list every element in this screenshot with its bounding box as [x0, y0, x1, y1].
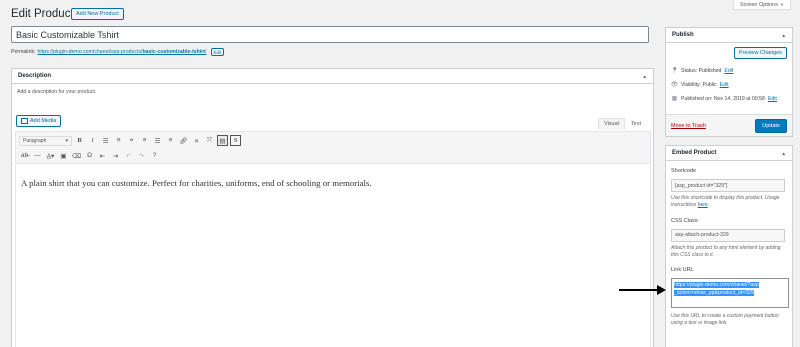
css-class-label: CSS Class [671, 217, 698, 224]
status-row: 📍︎ Status: Published Edit [670, 67, 734, 75]
pointer-arrow-icon [619, 285, 666, 295]
description-box-header[interactable]: Description ▲ [12, 69, 653, 84]
toolbar-toggle-icon[interactable]: ▤ [217, 135, 228, 146]
publish-box: Publish ▲ Preview Changes 📍︎ Status: Pub… [665, 27, 793, 137]
product-title-input[interactable]: Basic Customizable Tshirt [11, 26, 649, 43]
embed-box-body: Shortcode [asp_product id="329"] Use thi… [666, 161, 792, 332]
horizontal-line-icon[interactable]: — [32, 150, 43, 161]
collapse-toggle-icon[interactable]: ▲ [782, 151, 786, 156]
shortcode-field[interactable]: [asp_product id="329"] [671, 179, 785, 192]
add-media-label: Add Media [30, 118, 57, 124]
shortcode-help-text: Use this shortcode to display this produ… [671, 195, 780, 209]
toolbar-row-1: Paragraph ▾ B I ☰ ≡ ❝ ≡ ☰ ≡ 🔗︎ ⨯ ⤧ ▤ S [19, 134, 241, 147]
numbered-list-icon[interactable]: ≡ [113, 135, 124, 146]
chevron-down-icon: ▾ [65, 137, 68, 144]
tab-text[interactable]: Text [625, 118, 647, 130]
caret-down-icon: ▼ [779, 2, 784, 7]
description-box: Description ▲ Add a description for your… [11, 68, 654, 347]
embed-product-box: Embed Product ▲ Shortcode [asp_product i… [665, 145, 793, 347]
published-edit-link[interactable]: Edit [768, 96, 777, 102]
editor-content-area[interactable]: A plain shirt that you can customize. Pe… [15, 165, 651, 347]
paste-text-icon[interactable]: ▣ [58, 150, 69, 161]
indent-icon[interactable]: ⇥ [110, 150, 121, 161]
italic-icon[interactable]: I [87, 135, 98, 146]
css-class-field[interactable]: asp-attach-product-329 [671, 228, 785, 242]
add-media-button[interactable]: Add Media [16, 115, 62, 127]
status-label: Status: Published [681, 67, 722, 74]
format-select-value: Paragraph [23, 137, 47, 144]
update-button[interactable]: Update [755, 118, 787, 133]
toolbar-row-2: ab̶ — A̲▾ ▣ ⌫ Ω ⇤ ⇥ ↶ ↷ ? [19, 149, 160, 162]
link-url-label: Link URL [671, 267, 694, 273]
permalink-link[interactable]: https://plugin-demo.com/chanel/asp-produ… [38, 49, 207, 55]
strikethrough-icon[interactable]: ab̶ [19, 150, 30, 161]
screen-options-button[interactable]: Screen Options ▼ [733, 0, 791, 10]
permalink-base: https://plugin-demo.com/chanel/asp-produ… [37, 49, 143, 55]
collapse-toggle-icon[interactable]: ▲ [782, 33, 786, 38]
status-edit-link[interactable]: Edit [724, 68, 733, 74]
description-box-title: Description [18, 73, 52, 79]
help-icon[interactable]: ? [149, 150, 160, 161]
fullscreen-icon[interactable]: ⤧ [204, 135, 215, 146]
visibility-label: Visibility: Public [681, 81, 717, 88]
permalink-label: Permalink: [11, 49, 36, 55]
link-url-help: Use this URL to create a custom payment … [671, 313, 779, 327]
visibility-edit-link[interactable]: Edit [720, 82, 729, 88]
publish-box-header[interactable]: Publish ▲ [666, 28, 792, 43]
clear-formatting-icon[interactable]: ⌫ [71, 150, 82, 161]
bullet-list-icon[interactable]: ☰ [100, 135, 111, 146]
unlink-icon[interactable]: ⨯ [191, 135, 202, 146]
format-select[interactable]: Paragraph ▾ [19, 135, 72, 146]
collapse-toggle-icon[interactable]: ▲ [643, 74, 647, 79]
screen-options-label: Screen Options [740, 1, 778, 8]
shortcode-help: Use this shortcode to display this produ… [671, 195, 780, 209]
redo-icon[interactable]: ↷ [136, 150, 147, 161]
permalink-trail: / [205, 49, 207, 55]
align-center-icon[interactable]: ☰ [152, 135, 163, 146]
publish-box-footer: Move to Trash Update [666, 114, 792, 136]
publish-box-title: Publish [672, 32, 694, 38]
eye-icon: 👁︎ [670, 82, 679, 88]
page-title: Edit Product [11, 8, 74, 20]
add-new-product-button[interactable]: Add New Product [71, 8, 124, 20]
permalink-edit-button[interactable]: Edit [210, 48, 225, 56]
visibility-row: 👁︎ Visibility: Public Edit [670, 81, 729, 89]
published-row: ▦ Published on: Nov 14, 2019 at 00:58 Ed… [671, 95, 777, 103]
link-url-field[interactable]: https://plugin-demo.com/chanel/?asp _act… [671, 278, 789, 308]
link-icon[interactable]: 🔗︎ [178, 135, 189, 146]
undo-icon[interactable]: ↶ [123, 150, 134, 161]
preview-changes-button[interactable]: Preview Changes [733, 47, 787, 59]
special-character-icon[interactable]: Ω [84, 150, 95, 161]
usage-instructions-link[interactable]: here [698, 202, 708, 208]
permalink-slug: basic-customizable-tshirt [142, 49, 206, 55]
link-url-line-1: https://plugin-demo.com/chanel/?asp [674, 282, 759, 288]
editor-tabs: Visual Text [598, 118, 647, 130]
link-url-line-2: _action=show_pp&product_id=329 [674, 290, 754, 297]
outdent-icon[interactable]: ⇤ [97, 150, 108, 161]
description-hint: Add a description for your product. [17, 89, 97, 95]
tab-visual[interactable]: Visual [598, 118, 625, 130]
embed-box-header[interactable]: Embed Product ▲ [666, 146, 792, 161]
blockquote-icon[interactable]: ❝ [126, 135, 137, 146]
pin-icon: 📍︎ [670, 68, 679, 74]
embed-box-title: Embed Product [672, 150, 717, 156]
product-description-text: A plain shirt that you can customize. Pe… [21, 178, 372, 188]
published-label: Published on: Nov 14, 2019 at 00:58 [681, 95, 765, 102]
text-color-icon[interactable]: A̲▾ [45, 150, 56, 161]
move-to-trash-link[interactable]: Move to Trash [671, 123, 706, 129]
media-icon [21, 118, 28, 124]
css-class-help: Attach this product to any html element … [671, 244, 781, 258]
shortcode-label: Shortcode [671, 168, 697, 174]
shortcode-icon[interactable]: S [230, 135, 241, 146]
align-left-icon[interactable]: ≡ [139, 135, 150, 146]
align-right-icon[interactable]: ≡ [165, 135, 176, 146]
bold-icon[interactable]: B [74, 135, 85, 146]
permalink-bar: Permalink: https://plugin-demo.com/chane… [11, 48, 225, 56]
calendar-icon: ▦ [671, 96, 678, 102]
editor-toolbar: Paragraph ▾ B I ☰ ≡ ❝ ≡ ☰ ≡ 🔗︎ ⨯ ⤧ ▤ S a… [15, 131, 651, 164]
